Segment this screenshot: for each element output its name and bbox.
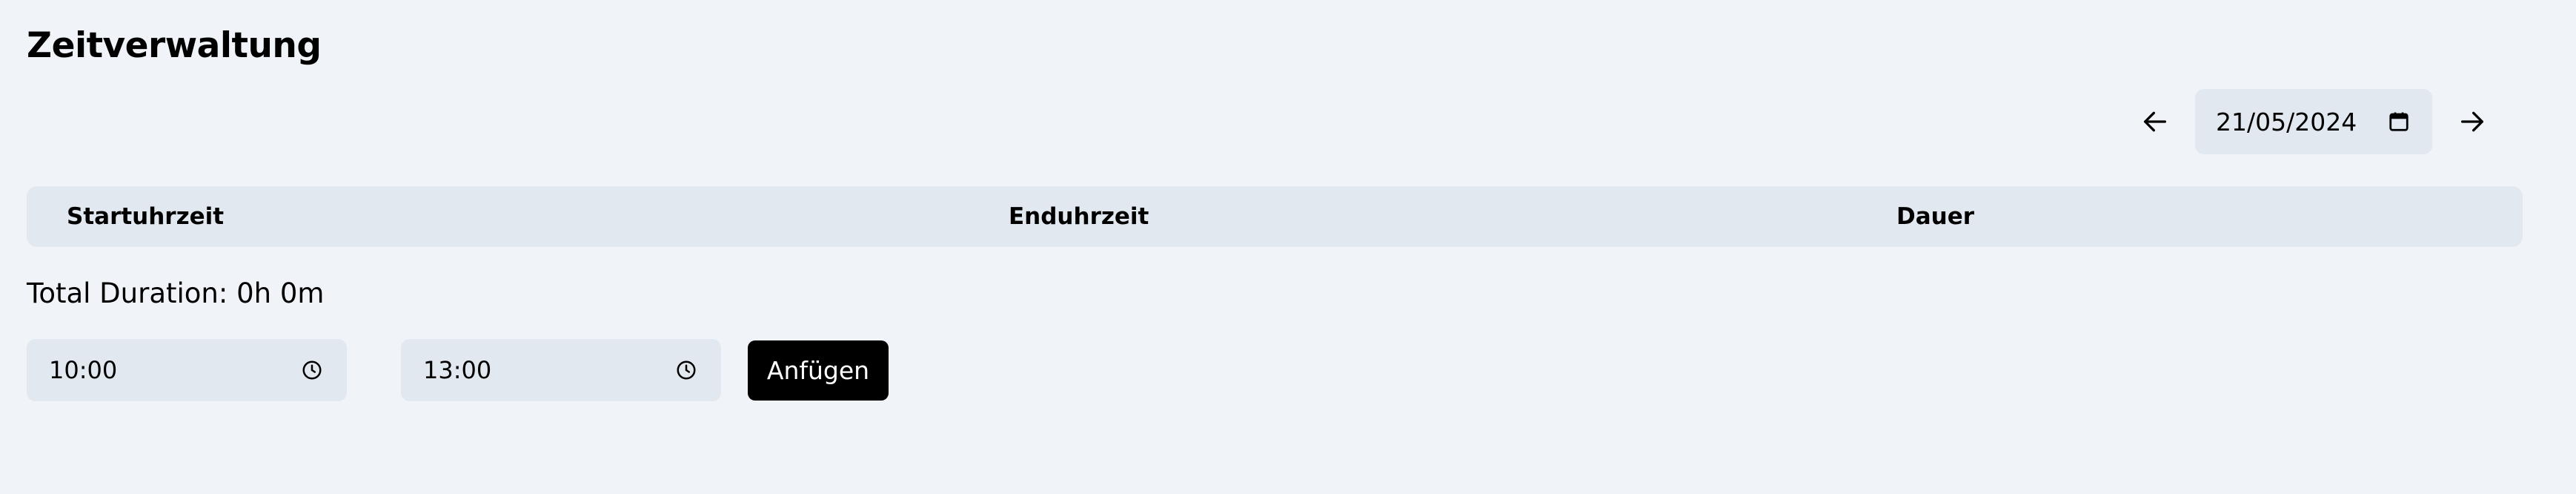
clock-icon[interactable] bbox=[675, 359, 697, 381]
start-time-input[interactable]: 10:00 bbox=[27, 339, 347, 401]
date-input[interactable]: 21/05/2024 bbox=[2195, 89, 2432, 154]
total-duration: Total Duration: 0h 0m bbox=[27, 277, 325, 309]
date-navigation: 21/05/2024 bbox=[2122, 89, 2505, 154]
calendar-icon[interactable] bbox=[2388, 111, 2410, 133]
date-value: 21/05/2024 bbox=[2216, 107, 2357, 136]
previous-day-button[interactable] bbox=[2122, 89, 2188, 154]
time-table-header: Startuhrzeit Enduhrzeit Dauer bbox=[27, 186, 2523, 247]
next-day-button[interactable] bbox=[2440, 89, 2505, 154]
arrow-left-icon bbox=[2144, 111, 2166, 132]
end-time-value: 13:00 bbox=[423, 356, 492, 384]
arrow-right-icon bbox=[2461, 111, 2483, 132]
page-title: Zeitverwaltung bbox=[27, 25, 322, 66]
end-time-input[interactable]: 13:00 bbox=[401, 339, 721, 401]
add-button[interactable]: Anfügen bbox=[748, 340, 889, 401]
column-header-end-time: Enduhrzeit bbox=[1009, 203, 1149, 230]
column-header-duration: Dauer bbox=[1896, 203, 1975, 230]
column-header-start-time: Startuhrzeit bbox=[67, 203, 225, 230]
start-time-value: 10:00 bbox=[49, 356, 118, 384]
clock-icon[interactable] bbox=[301, 359, 323, 381]
